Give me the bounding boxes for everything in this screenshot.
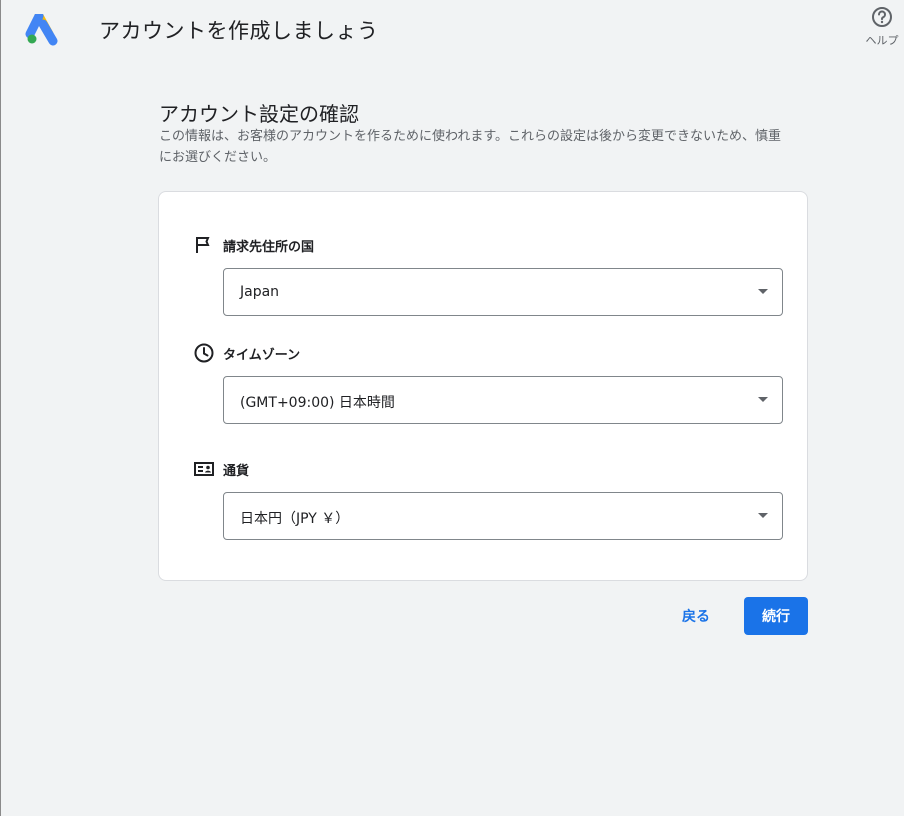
flag-icon xyxy=(196,237,210,253)
country-label: 請求先住所の国 xyxy=(223,239,315,255)
timezone-label-row: タイムゾーン xyxy=(193,342,300,364)
currency-select[interactable]: 日本円（JPY ￥） xyxy=(223,492,783,540)
timezone-label: タイムゾーン xyxy=(223,347,301,363)
page-description: この情報は、お客様のアカウントを作るために使われます。これらの設定は後から変更で… xyxy=(159,129,782,165)
currency-value: 日本円（JPY ￥） xyxy=(240,511,350,527)
country-label-row: 請求先住所の国 xyxy=(193,234,314,256)
currency-icon xyxy=(194,462,214,476)
top-bar: アカウントを作成しましょう ヘルプ xyxy=(1,0,904,60)
help-label: ヘルプ xyxy=(865,34,899,47)
country-select[interactable]: Japan xyxy=(223,268,783,316)
chevron-down-icon xyxy=(758,513,768,518)
timezone-value: (GMT+09:00) 日本時間 xyxy=(240,395,395,411)
google-ads-logo-icon xyxy=(25,14,58,46)
clock-icon xyxy=(194,343,214,363)
chevron-down-icon xyxy=(758,289,768,294)
currency-label: 通貨 xyxy=(223,463,250,479)
app-title: アカウントを作成しましょう xyxy=(99,19,379,43)
page-title: アカウント設定の確認 xyxy=(159,102,359,126)
help-icon xyxy=(872,7,892,27)
continue-button[interactable]: 続行 xyxy=(744,597,808,635)
currency-label-row: 通貨 xyxy=(193,458,249,480)
help-button[interactable]: ヘルプ xyxy=(861,6,903,50)
timezone-select[interactable]: (GMT+09:00) 日本時間 xyxy=(223,376,783,424)
app-window: アカウントを作成しましょう ヘルプ アカウント設定の確認 この情報は、お客様のア… xyxy=(0,0,904,816)
back-button[interactable]: 戻る xyxy=(669,598,723,634)
chevron-down-icon xyxy=(758,397,768,402)
country-value: Japan xyxy=(240,284,280,300)
settings-card: 請求先住所の国 Japan タイムゾーン (GMT+09:00) 日本時間 通貨… xyxy=(158,191,808,581)
